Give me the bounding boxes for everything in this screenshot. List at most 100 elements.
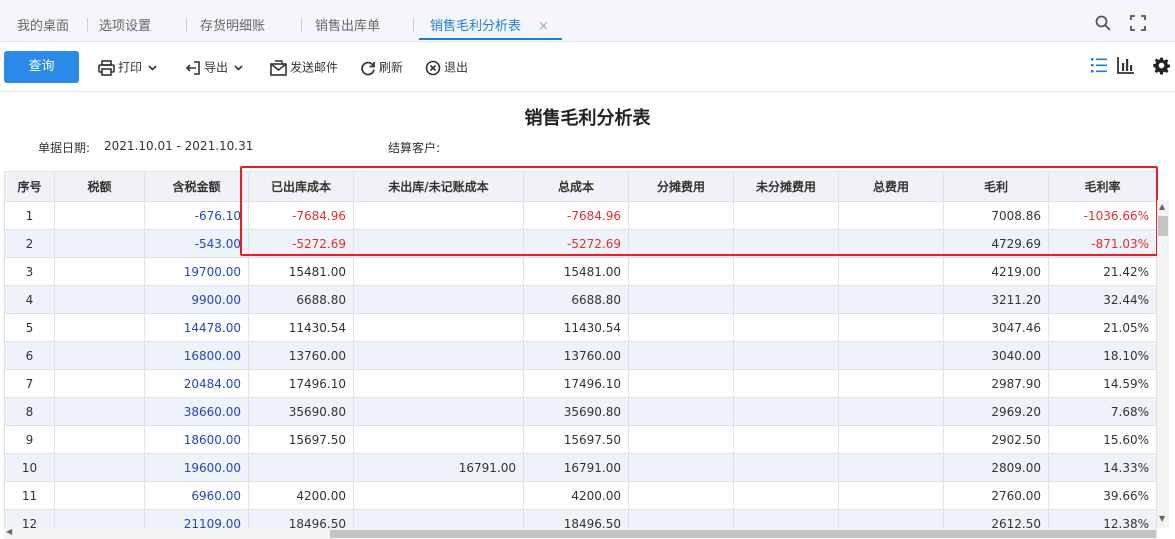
- cell-total-fee[interactable]: [838, 481, 944, 510]
- cell-unposted-cost[interactable]: 16791.00: [353, 453, 524, 482]
- table-row[interactable]: 11 6960.00 4200.00 4200.00 2760.00 39.66%: [4, 481, 1157, 510]
- cell-unalloc-fee[interactable]: [733, 481, 839, 510]
- cell-unalloc-fee[interactable]: [733, 425, 839, 454]
- cell-unalloc-fee[interactable]: [733, 313, 839, 342]
- cell-unposted-cost[interactable]: [353, 341, 524, 370]
- cell-profit[interactable]: 3047.46: [943, 313, 1049, 342]
- cell-tax[interactable]: [54, 341, 145, 370]
- cell-profit[interactable]: 4219.00: [943, 257, 1049, 286]
- gear-icon[interactable]: [1152, 56, 1171, 75]
- cell-alloc-fee[interactable]: [628, 397, 734, 426]
- cell-alloc-fee[interactable]: [628, 369, 734, 398]
- cell-alloc-fee[interactable]: [628, 285, 734, 314]
- cell-out-cost[interactable]: 35690.80: [248, 397, 354, 426]
- cell-alloc-fee[interactable]: [628, 313, 734, 342]
- cell-total-fee[interactable]: [838, 341, 944, 370]
- cell-tax[interactable]: [54, 313, 145, 342]
- query-button[interactable]: 查询: [4, 51, 79, 83]
- cell-total-cost[interactable]: 17496.10: [523, 369, 629, 398]
- cell-seq[interactable]: 1: [4, 201, 55, 230]
- cell-amount[interactable]: 6960.00: [144, 481, 249, 510]
- cell-profit[interactable]: 7008.86: [943, 201, 1049, 230]
- cell-total-cost[interactable]: 6688.80: [523, 285, 629, 314]
- cell-total-cost[interactable]: 35690.80: [523, 397, 629, 426]
- cell-amount[interactable]: 38660.00: [144, 397, 249, 426]
- table-row[interactable]: 2 -543.00 -5272.69 -5272.69 4729.69 -871.03%: [4, 229, 1157, 258]
- cell-margin[interactable]: 39.66%: [1048, 481, 1157, 510]
- cell-margin[interactable]: 21.05%: [1048, 313, 1157, 342]
- cell-tax[interactable]: [54, 257, 145, 286]
- tab-close-icon[interactable]: ×: [538, 20, 549, 34]
- cell-profit[interactable]: 3040.00: [943, 341, 1049, 370]
- cell-margin[interactable]: 14.33%: [1048, 453, 1157, 482]
- column-alloc-fee-header[interactable]: 分摊费用: [628, 171, 734, 202]
- cell-alloc-fee[interactable]: [628, 453, 734, 482]
- cell-tax[interactable]: [54, 397, 145, 426]
- cell-unalloc-fee[interactable]: [733, 229, 839, 258]
- column-out-cost-header[interactable]: 已出库成本: [248, 171, 354, 202]
- cell-out-cost[interactable]: 15697.50: [248, 425, 354, 454]
- column-seq-header[interactable]: 序号: [4, 171, 55, 202]
- cell-amount[interactable]: 18600.00: [144, 425, 249, 454]
- cell-total-cost[interactable]: 16791.00: [523, 453, 629, 482]
- table-row[interactable]: 1 -676.10 -7684.96 -7684.96 7008.86 -1036.66%: [4, 201, 1157, 230]
- tab-options[interactable]: 选项设置: [99, 0, 151, 42]
- cell-total-fee[interactable]: [838, 369, 944, 398]
- cell-seq[interactable]: 7: [4, 369, 55, 398]
- cell-seq[interactable]: 6: [4, 341, 55, 370]
- scroll-left-icon[interactable]: ◀: [6, 527, 12, 536]
- table-row[interactable]: 4 9900.00 6688.80 6688.80 3211.20 32.44%: [4, 285, 1157, 314]
- cell-out-cost[interactable]: -5272.69: [248, 229, 354, 258]
- cell-unalloc-fee[interactable]: [733, 397, 839, 426]
- send-mail-button[interactable]: 发送邮件: [270, 57, 338, 77]
- cell-seq[interactable]: 3: [4, 257, 55, 286]
- cell-unalloc-fee[interactable]: [733, 369, 839, 398]
- column-amount-header[interactable]: 含税金额: [144, 171, 249, 202]
- column-total-fee-header[interactable]: 总费用: [838, 171, 944, 202]
- cell-margin[interactable]: 14.59%: [1048, 369, 1157, 398]
- cell-total-fee[interactable]: [838, 313, 944, 342]
- cell-amount[interactable]: -543.00: [144, 229, 249, 258]
- cell-seq[interactable]: 10: [4, 453, 55, 482]
- cell-unalloc-fee[interactable]: [733, 201, 839, 230]
- column-profit-header[interactable]: 毛利: [943, 171, 1049, 202]
- table-row[interactable]: 6 16800.00 13760.00 13760.00 3040.00 18.10%: [4, 341, 1157, 370]
- refresh-button[interactable]: 刷新: [360, 57, 403, 77]
- tab-inventory-ledger[interactable]: 存货明细账: [200, 0, 265, 42]
- cell-margin[interactable]: -871.03%: [1048, 229, 1157, 258]
- table-row[interactable]: 7 20484.00 17496.10 17496.10 2987.90 14.59%: [4, 369, 1157, 398]
- cell-amount[interactable]: 20484.00: [144, 369, 249, 398]
- cell-seq[interactable]: 8: [4, 397, 55, 426]
- cell-profit[interactable]: 2969.20: [943, 397, 1049, 426]
- cell-seq[interactable]: 4: [4, 285, 55, 314]
- column-margin-header[interactable]: 毛利率: [1048, 171, 1157, 202]
- vertical-scroll-thumb[interactable]: [1158, 216, 1168, 236]
- column-unposted-cost-header[interactable]: 未出库/未记账成本: [353, 171, 524, 202]
- tab-sales-outbound[interactable]: 销售出库单: [315, 0, 380, 42]
- scroll-up-icon[interactable]: ▲: [1159, 202, 1165, 211]
- cell-amount[interactable]: 9900.00: [144, 285, 249, 314]
- cell-tax[interactable]: [54, 229, 145, 258]
- cell-tax[interactable]: [54, 481, 145, 510]
- cell-amount[interactable]: 19700.00: [144, 257, 249, 286]
- column-unalloc-fee-header[interactable]: 未分摊费用: [733, 171, 839, 202]
- cell-unalloc-fee[interactable]: [733, 257, 839, 286]
- cell-total-fee[interactable]: [838, 229, 944, 258]
- cell-tax[interactable]: [54, 285, 145, 314]
- cell-amount[interactable]: -676.10: [144, 201, 249, 230]
- exit-button[interactable]: 退出: [425, 57, 468, 77]
- cell-margin[interactable]: 7.68%: [1048, 397, 1157, 426]
- vertical-scrollbar[interactable]: [1157, 200, 1169, 528]
- cell-seq[interactable]: 5: [4, 313, 55, 342]
- cell-unalloc-fee[interactable]: [733, 341, 839, 370]
- cell-tax[interactable]: [54, 369, 145, 398]
- cell-total-cost[interactable]: 4200.00: [523, 481, 629, 510]
- list-view-icon[interactable]: [1090, 56, 1108, 74]
- cell-alloc-fee[interactable]: [628, 257, 734, 286]
- cell-out-cost[interactable]: 15481.00: [248, 257, 354, 286]
- cell-unposted-cost[interactable]: [353, 313, 524, 342]
- cell-unposted-cost[interactable]: [353, 397, 524, 426]
- cell-out-cost[interactable]: 4200.00: [248, 481, 354, 510]
- cell-unposted-cost[interactable]: [353, 257, 524, 286]
- cell-total-cost[interactable]: 15481.00: [523, 257, 629, 286]
